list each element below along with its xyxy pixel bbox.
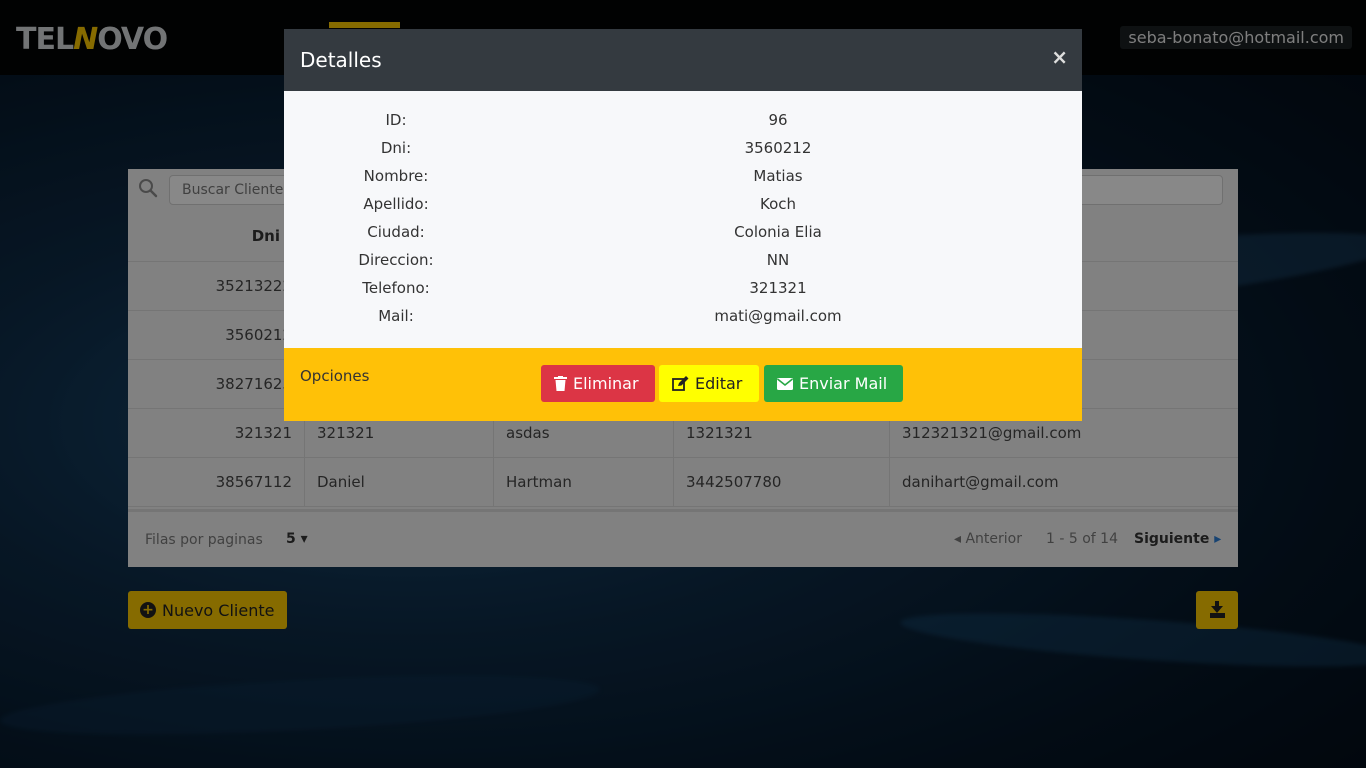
modal-footer: Opciones Eliminar Editar Enviar Mail — [284, 348, 1082, 421]
trash-icon — [554, 376, 567, 391]
detail-value: Matias — [753, 167, 803, 185]
options-label: Opciones — [300, 367, 370, 385]
modal-title: Detalles — [300, 48, 382, 72]
detail-value: 3560212 — [744, 139, 812, 157]
detail-value: mati@gmail.com — [714, 307, 842, 325]
detail-label: Nombre: — [363, 167, 429, 185]
detail-row: Ciudad: Colonia Elia — [284, 223, 1082, 251]
send-mail-button[interactable]: Enviar Mail — [764, 365, 903, 402]
detail-label: ID: — [385, 111, 407, 129]
close-icon[interactable]: × — [1051, 45, 1068, 69]
detail-row: Dni: 3560212 — [284, 139, 1082, 167]
detail-label: Mail: — [378, 307, 414, 325]
detail-label: Ciudad: — [367, 223, 425, 241]
edit-button[interactable]: Editar — [659, 365, 759, 402]
detail-value: 96 — [768, 111, 788, 129]
modal-body: ID: 96 Dni: 3560212 Nombre: Matias Apell… — [284, 91, 1082, 348]
send-mail-label: Enviar Mail — [799, 374, 888, 393]
envelope-icon — [777, 377, 793, 390]
detail-value: Colonia Elia — [734, 223, 822, 241]
detail-label: Dni: — [380, 139, 412, 157]
detail-row: Mail: mati@gmail.com — [284, 307, 1082, 335]
detail-row: Direccion: NN — [284, 251, 1082, 279]
delete-button[interactable]: Eliminar — [541, 365, 655, 402]
detail-row: ID: 96 — [284, 111, 1082, 139]
detail-label: Apellido: — [363, 195, 429, 213]
detail-label: Direccion: — [358, 251, 434, 269]
delete-label: Eliminar — [573, 374, 639, 393]
detail-row: Telefono: 321321 — [284, 279, 1082, 307]
edit-label: Editar — [695, 374, 743, 393]
modal-header: Detalles × — [284, 29, 1082, 91]
detail-row: Apellido: Koch — [284, 195, 1082, 223]
detail-row: Nombre: Matias — [284, 167, 1082, 195]
detail-value: NN — [766, 251, 790, 269]
details-modal: Detalles × ID: 96 Dni: 3560212 Nombre: M… — [284, 29, 1082, 421]
edit-icon — [672, 376, 689, 391]
detail-value: 321321 — [749, 279, 807, 297]
detail-value: Koch — [759, 195, 797, 213]
detail-label: Telefono: — [362, 279, 430, 297]
